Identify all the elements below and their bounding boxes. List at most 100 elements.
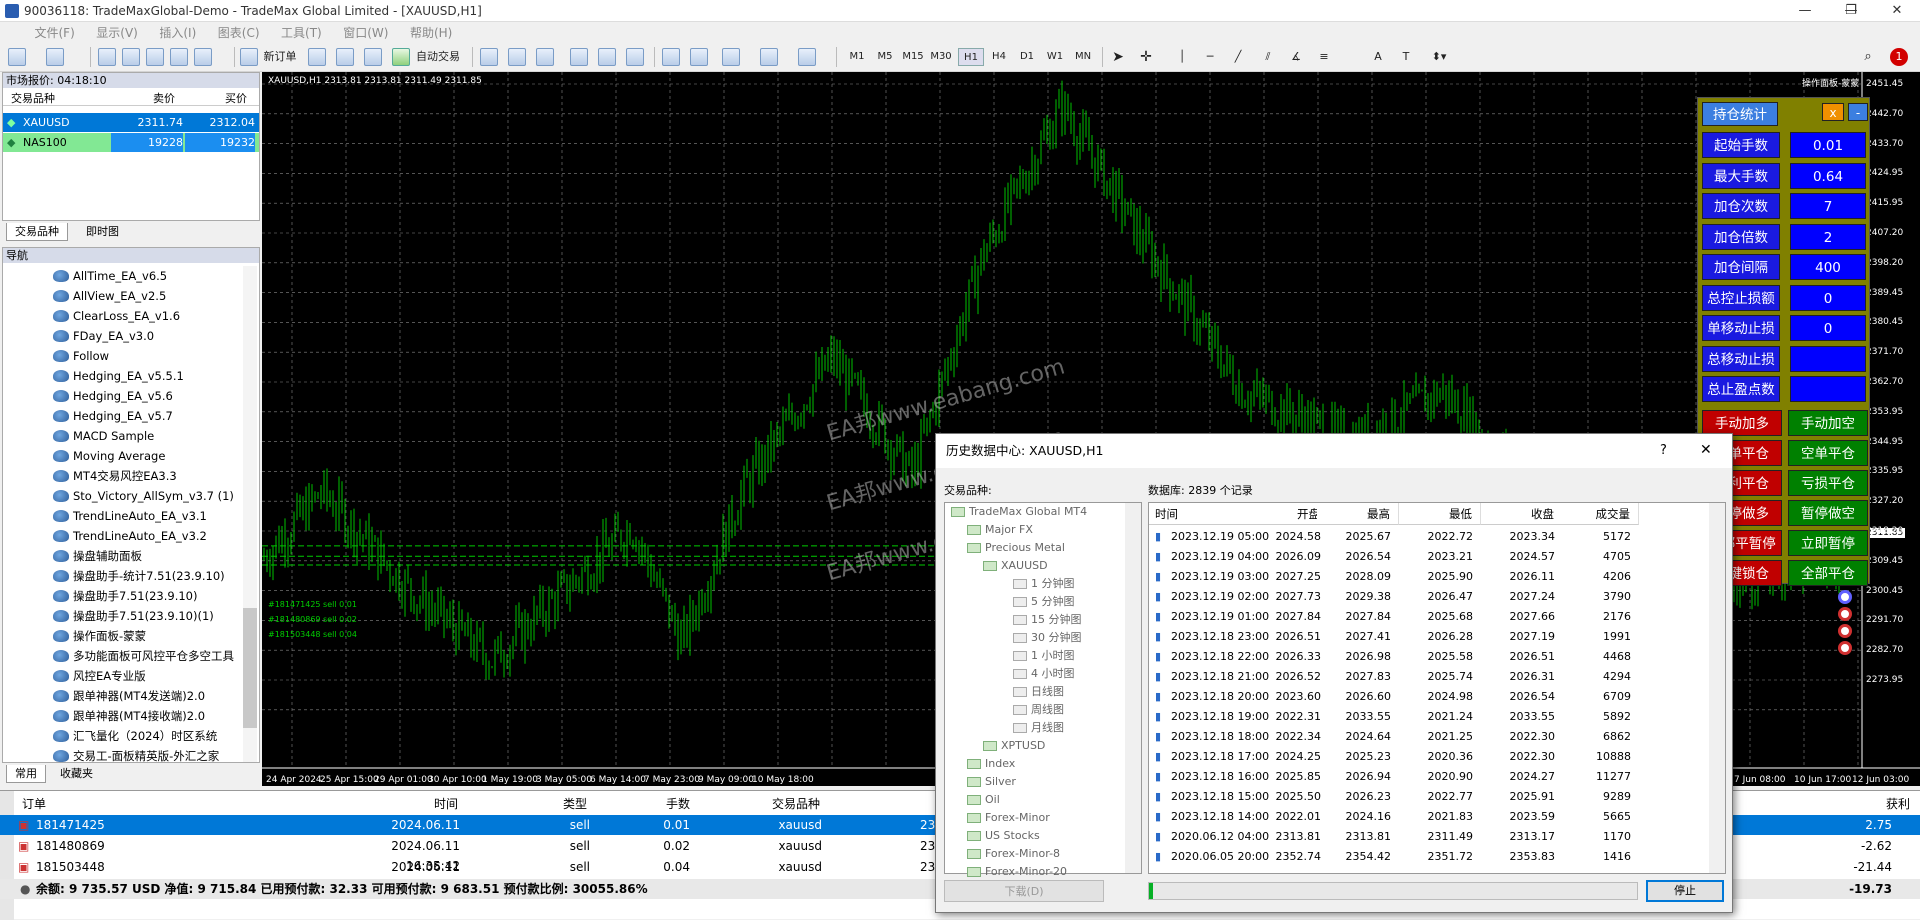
grid-col-header[interactable]: 收盘 bbox=[1481, 503, 1563, 525]
tf-m30[interactable]: M30 bbox=[928, 48, 954, 66]
horizontal-line-icon[interactable]: ─ bbox=[1200, 47, 1220, 67]
panel-field-input[interactable]: 2 bbox=[1790, 223, 1866, 250]
dialog-help-button[interactable]: ? bbox=[1660, 443, 1667, 458]
search-icon[interactable]: ⌕ bbox=[1858, 47, 1878, 67]
tree-node[interactable]: 1 分钟图 bbox=[1013, 575, 1075, 593]
tf-d1[interactable]: D1 bbox=[1014, 48, 1040, 66]
menu-file[interactable]: 文件(F) bbox=[26, 22, 84, 43]
close-button[interactable]: ✕ bbox=[1874, 0, 1920, 22]
tab-common[interactable]: 常用 bbox=[6, 765, 46, 783]
tree-node[interactable]: XAUUSD bbox=[983, 557, 1048, 575]
fibo-icon[interactable]: ≡ bbox=[1314, 47, 1334, 67]
navigator-item[interactable]: 操作面板-蒙蒙 bbox=[73, 626, 146, 646]
indicators-icon[interactable] bbox=[722, 48, 740, 66]
history-row[interactable]: ▮ 2023.12.18 20:00 2023.60 2026.60 2024.98 20… bbox=[1149, 687, 1709, 707]
col-profit[interactable]: 获利 bbox=[1886, 795, 1910, 812]
panel-action-button[interactable]: 全部平仓 bbox=[1788, 560, 1868, 586]
panel-action-button[interactable]: 立即暂停 bbox=[1788, 530, 1868, 556]
navigator-item[interactable]: Moving Average bbox=[73, 446, 165, 466]
text-icon[interactable]: A bbox=[1368, 47, 1388, 67]
market-icon[interactable] bbox=[364, 48, 382, 66]
equidistant-channel-icon[interactable]: ⫽ bbox=[1258, 47, 1278, 67]
panel-field-input[interactable]: 7 bbox=[1790, 193, 1866, 219]
navigator-item[interactable]: 操盘助手7.51(23.9.10)(1) bbox=[73, 606, 214, 626]
tf-m5[interactable]: M5 bbox=[872, 48, 898, 66]
col-ask[interactable]: 买价 bbox=[225, 90, 247, 106]
market-watch-icon[interactable] bbox=[98, 48, 116, 66]
panel-action-button[interactable]: 空单平仓 bbox=[1788, 440, 1868, 466]
tree-node[interactable]: Major FX bbox=[967, 521, 1033, 539]
periods-icon[interactable] bbox=[760, 48, 778, 66]
tree-node[interactable]: US Stocks bbox=[967, 827, 1040, 845]
tree-node[interactable]: 月线图 bbox=[1013, 719, 1064, 737]
tree-scrollbar[interactable] bbox=[1125, 503, 1141, 873]
profiles-icon[interactable] bbox=[46, 48, 64, 66]
menu-tools[interactable]: 工具(T) bbox=[272, 22, 331, 43]
tf-h4[interactable]: H4 bbox=[986, 48, 1012, 66]
download-button[interactable]: 下载(D) bbox=[944, 880, 1104, 902]
chart-shift-icon[interactable] bbox=[662, 48, 680, 66]
symbol-row-nas100[interactable]: ◆ NAS100 19228 19232 bbox=[3, 133, 259, 152]
line-chart-icon[interactable] bbox=[536, 48, 554, 66]
tester-icon[interactable] bbox=[194, 48, 212, 66]
navigator-item[interactable]: TrendLineAuto_EA_v3.1 bbox=[73, 506, 207, 526]
history-row[interactable]: ▮ 2023.12.18 14:00 2022.01 2024.16 2021.83 20… bbox=[1149, 807, 1709, 827]
navigator-item[interactable]: Follow bbox=[73, 346, 109, 366]
history-row[interactable]: ▮ 2023.12.19 05:00 2024.58 2025.67 2022.72 20… bbox=[1149, 527, 1709, 547]
cursor-icon[interactable]: ➤ bbox=[1108, 47, 1128, 67]
navigator-item[interactable]: 操盘助手7.51(23.9.10) bbox=[73, 586, 197, 606]
navigator-item[interactable]: TrendLineAuto_EA_v3.2 bbox=[73, 526, 207, 546]
history-row[interactable]: ▮ 2020.06.12 04:00 2313.81 2313.81 2311.49 23… bbox=[1149, 827, 1709, 847]
restore-button[interactable]: ❐ bbox=[1828, 0, 1874, 22]
tree-node[interactable]: 15 分钟图 bbox=[1013, 611, 1082, 629]
navigator-item[interactable]: 风控EA专业版 bbox=[73, 666, 146, 686]
templates-icon[interactable] bbox=[798, 48, 816, 66]
new-order-button[interactable]: 新订单 bbox=[260, 47, 300, 67]
navigator-item[interactable]: MACD Sample bbox=[73, 426, 154, 446]
tab-tick-chart[interactable]: 即时图 bbox=[78, 223, 127, 241]
buy-marker-icon[interactable] bbox=[1838, 590, 1852, 604]
history-row[interactable]: ▮ 2023.12.19 04:00 2026.09 2026.54 2023.21 20… bbox=[1149, 547, 1709, 567]
history-row[interactable]: ▮ 2023.12.19 03:00 2027.25 2028.09 2025.90 20… bbox=[1149, 567, 1709, 587]
navigator-item[interactable]: AllView_EA_v2.5 bbox=[73, 286, 166, 306]
navigator-item[interactable]: FDay_EA_v3.0 bbox=[73, 326, 154, 346]
grid-scrollbar[interactable] bbox=[1709, 503, 1725, 873]
tf-w1[interactable]: W1 bbox=[1042, 48, 1068, 66]
sell-marker-icon[interactable] bbox=[1838, 641, 1852, 655]
tree-node[interactable]: 周线图 bbox=[1013, 701, 1064, 719]
tree-node[interactable]: Forex-Minor bbox=[967, 809, 1050, 827]
tree-node[interactable]: Precious Metal bbox=[967, 539, 1065, 557]
history-grid[interactable]: 时间 开盘 最高 最低 收盘 成交量 ▮ 2023.12.19 05:00 2024.58 202… bbox=[1148, 502, 1726, 874]
tree-node[interactable]: 4 小时图 bbox=[1013, 665, 1075, 683]
tree-node[interactable]: 日线图 bbox=[1013, 683, 1064, 701]
tree-node[interactable]: Forex-Minor-20 bbox=[967, 863, 1067, 881]
navigator-item[interactable]: 操盘助手-统计7.51(23.9.10) bbox=[73, 566, 225, 586]
menu-insert[interactable]: 插入(I) bbox=[150, 22, 205, 43]
history-row[interactable]: ▮ 2023.12.18 18:00 2022.34 2024.64 2021.25 20… bbox=[1149, 727, 1709, 747]
terminal-icon[interactable] bbox=[170, 48, 188, 66]
navigator-icon[interactable] bbox=[146, 48, 164, 66]
navigator-item[interactable]: AllTime_EA_v6.5 bbox=[73, 266, 167, 286]
navigator-item[interactable]: Hedging_EA_v5.7 bbox=[73, 406, 173, 426]
vertical-line-icon[interactable]: │ bbox=[1172, 47, 1192, 67]
navigator-item[interactable]: 跟单神器(MT4接收端)2.0 bbox=[73, 706, 205, 726]
col-bid[interactable]: 卖价 bbox=[153, 90, 175, 106]
tree-node[interactable]: 1 小时图 bbox=[1013, 647, 1075, 665]
navigator-item[interactable]: 汇飞量化（2024）时区系统 bbox=[73, 726, 217, 746]
arrows-icon[interactable]: ⬍▾ bbox=[1424, 47, 1454, 67]
history-row[interactable]: ▮ 2023.12.18 22:00 2026.33 2026.98 2025.58 20… bbox=[1149, 647, 1709, 667]
panel-min-button[interactable]: - bbox=[1848, 103, 1868, 121]
data-window-icon[interactable] bbox=[122, 48, 140, 66]
tf-m15[interactable]: M15 bbox=[900, 48, 926, 66]
auto-trading-icon[interactable] bbox=[392, 48, 410, 66]
symbol-row-xauusd[interactable]: ◆ XAUUSD 2311.74 2312.04 bbox=[3, 113, 259, 132]
sell-marker-icon[interactable] bbox=[1838, 624, 1852, 638]
panel-field-input[interactable]: 0.01 bbox=[1790, 132, 1866, 158]
panel-action-button[interactable]: 亏损平仓 bbox=[1788, 470, 1868, 496]
grid-col-header[interactable]: 最高 bbox=[1317, 503, 1399, 525]
panel-field-input[interactable] bbox=[1790, 345, 1866, 372]
tab-symbols[interactable]: 交易品种 bbox=[6, 223, 68, 241]
tree-node[interactable]: Forex-Minor-8 bbox=[967, 845, 1060, 863]
col-symbol[interactable]: 交易品种 bbox=[11, 90, 55, 106]
symbol-tree[interactable]: TradeMax Global MT4 Major FX Precious Meta… bbox=[944, 502, 1142, 878]
